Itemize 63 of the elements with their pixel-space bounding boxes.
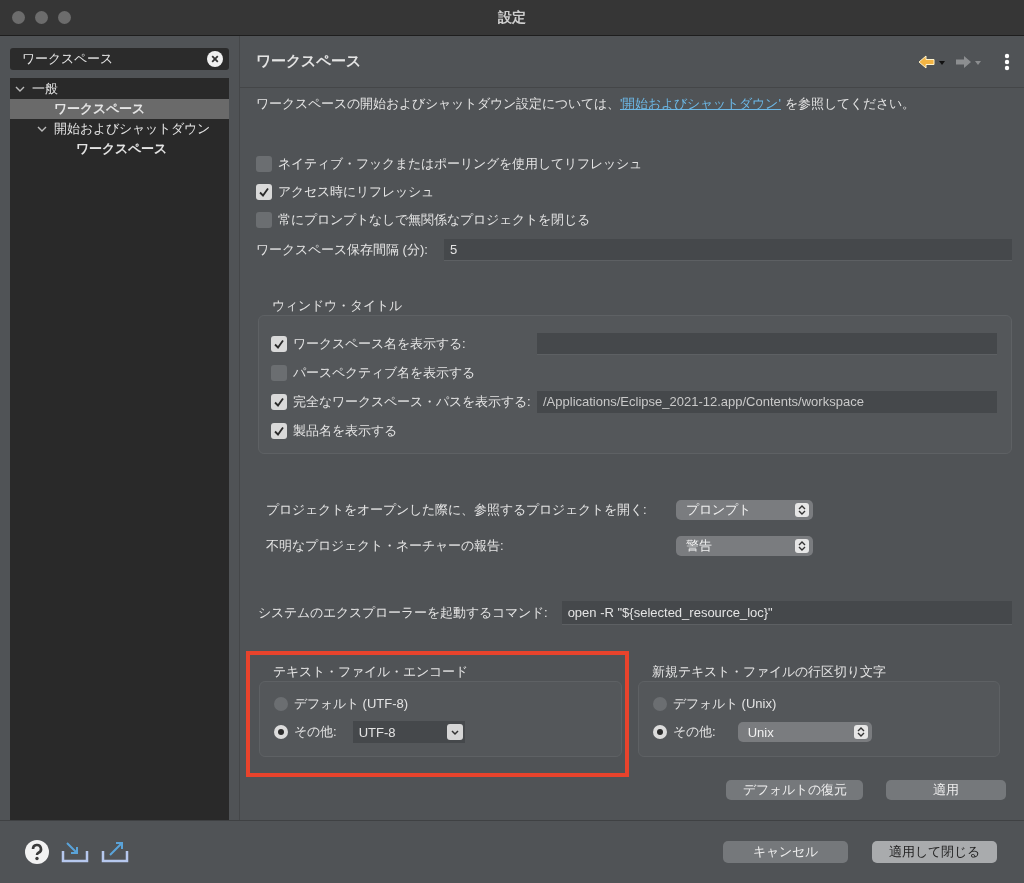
help-icon[interactable] [24, 839, 50, 865]
checkbox[interactable] [256, 184, 272, 200]
tree-item[interactable]: ワークスペース [10, 139, 229, 159]
apply-and-close-button[interactable]: 適用して閉じる [872, 841, 997, 863]
link[interactable]: '開始およびシャットダウン' [620, 96, 781, 111]
checkbox[interactable] [256, 156, 272, 172]
radio-button[interactable] [274, 725, 288, 739]
tree-item-label: ワークスペース [54, 100, 145, 118]
checkbox-label: ワークスペース名を表示する: [293, 334, 467, 353]
tree-item-label: ワークスペース [76, 140, 167, 158]
combo-box[interactable]: UTF-8 [352, 721, 465, 743]
input-field[interactable]: 5 [443, 239, 1012, 261]
checkbox-label: 完全なワークスペース・パスを表示する: [293, 392, 531, 411]
field-label: プロジェクトをオープンした際に、参照するプロジェクトを開く: [266, 501, 648, 519]
checkbox-label: パースペクティブ名を表示する [293, 363, 475, 382]
updown-icon [795, 539, 809, 553]
clear-icon[interactable] [207, 51, 223, 67]
import-icon[interactable] [60, 840, 90, 864]
page-title: ワークスペース [256, 52, 361, 71]
radio-label: デフォルト (Unix) [673, 695, 777, 713]
back-arrow-icon[interactable] [918, 54, 946, 69]
checkbox-label: アクセス時にリフレッシュ [278, 183, 434, 201]
input-field[interactable]: open -R "${selected_resource_loc}" [561, 601, 1012, 625]
tree-item-label: 一般 [32, 80, 58, 98]
checkbox-label: 製品名を表示する [293, 421, 397, 440]
apply-button[interactable]: 適用 [886, 780, 1006, 800]
radio-label: その他: [673, 723, 716, 741]
checkbox-label: ネイティブ・フックまたはポーリングを使用してリフレッシュ [278, 155, 642, 173]
window-title: 設定 [498, 8, 526, 25]
tree-item-label: 開始およびシャットダウン [54, 120, 210, 138]
radio-label: その他: [294, 723, 337, 741]
cancel-button[interactable]: キャンセル [723, 841, 848, 863]
field-label: ワークスペース保存間隔 (分): [256, 241, 428, 259]
dropdown[interactable]: プロンプト [676, 500, 813, 520]
field-label: 不明なプロジェクト・ネーチャーの報告: [266, 537, 505, 555]
dropdown[interactable]: Unix [737, 722, 872, 742]
chevron-down-icon[interactable] [446, 724, 463, 740]
chevron-icon[interactable] [36, 124, 48, 134]
input-field[interactable] [537, 332, 997, 355]
checkbox[interactable] [256, 212, 272, 228]
group-title: テキスト・ファイル・エンコード [272, 663, 469, 681]
export-icon[interactable] [100, 840, 130, 864]
tree-item[interactable]: 開始およびシャットダウン [10, 119, 229, 139]
search-field[interactable]: ワークスペース [10, 48, 229, 70]
restore-defaults-button[interactable]: デフォルトの復元 [726, 780, 863, 800]
checkbox[interactable] [271, 393, 287, 410]
field-label: システムのエクスプローラーを起動するコマンド: [258, 604, 548, 622]
tree-item[interactable]: 一般 [10, 79, 229, 99]
group-title: ウィンドウ・タイトル [271, 297, 403, 315]
checkbox[interactable] [271, 422, 287, 439]
group-title: 新規テキスト・ファイルの行区切り文字 [651, 663, 887, 681]
intro-text: ワークスペースの開始およびシャットダウン設定については、'開始およびシャットダウン' を参照してください。 [256, 95, 916, 113]
updown-icon [853, 725, 868, 739]
more-menu-icon[interactable] [1004, 52, 1010, 71]
dropdown[interactable]: 警告 [676, 536, 813, 556]
input-field[interactable]: /Applications/Eclipse_2021-12.app/Contents/workspace [537, 390, 997, 413]
tree-item[interactable]: ワークスペース [10, 99, 229, 119]
chevron-icon[interactable] [14, 84, 26, 94]
checkbox-label: 常にプロンプトなしで無関係なプロジェクトを閉じる [278, 211, 590, 229]
radio-label: デフォルト (UTF-8) [294, 695, 409, 713]
radio-button[interactable] [653, 725, 667, 739]
updown-icon [795, 503, 809, 517]
checkbox[interactable] [271, 335, 287, 352]
